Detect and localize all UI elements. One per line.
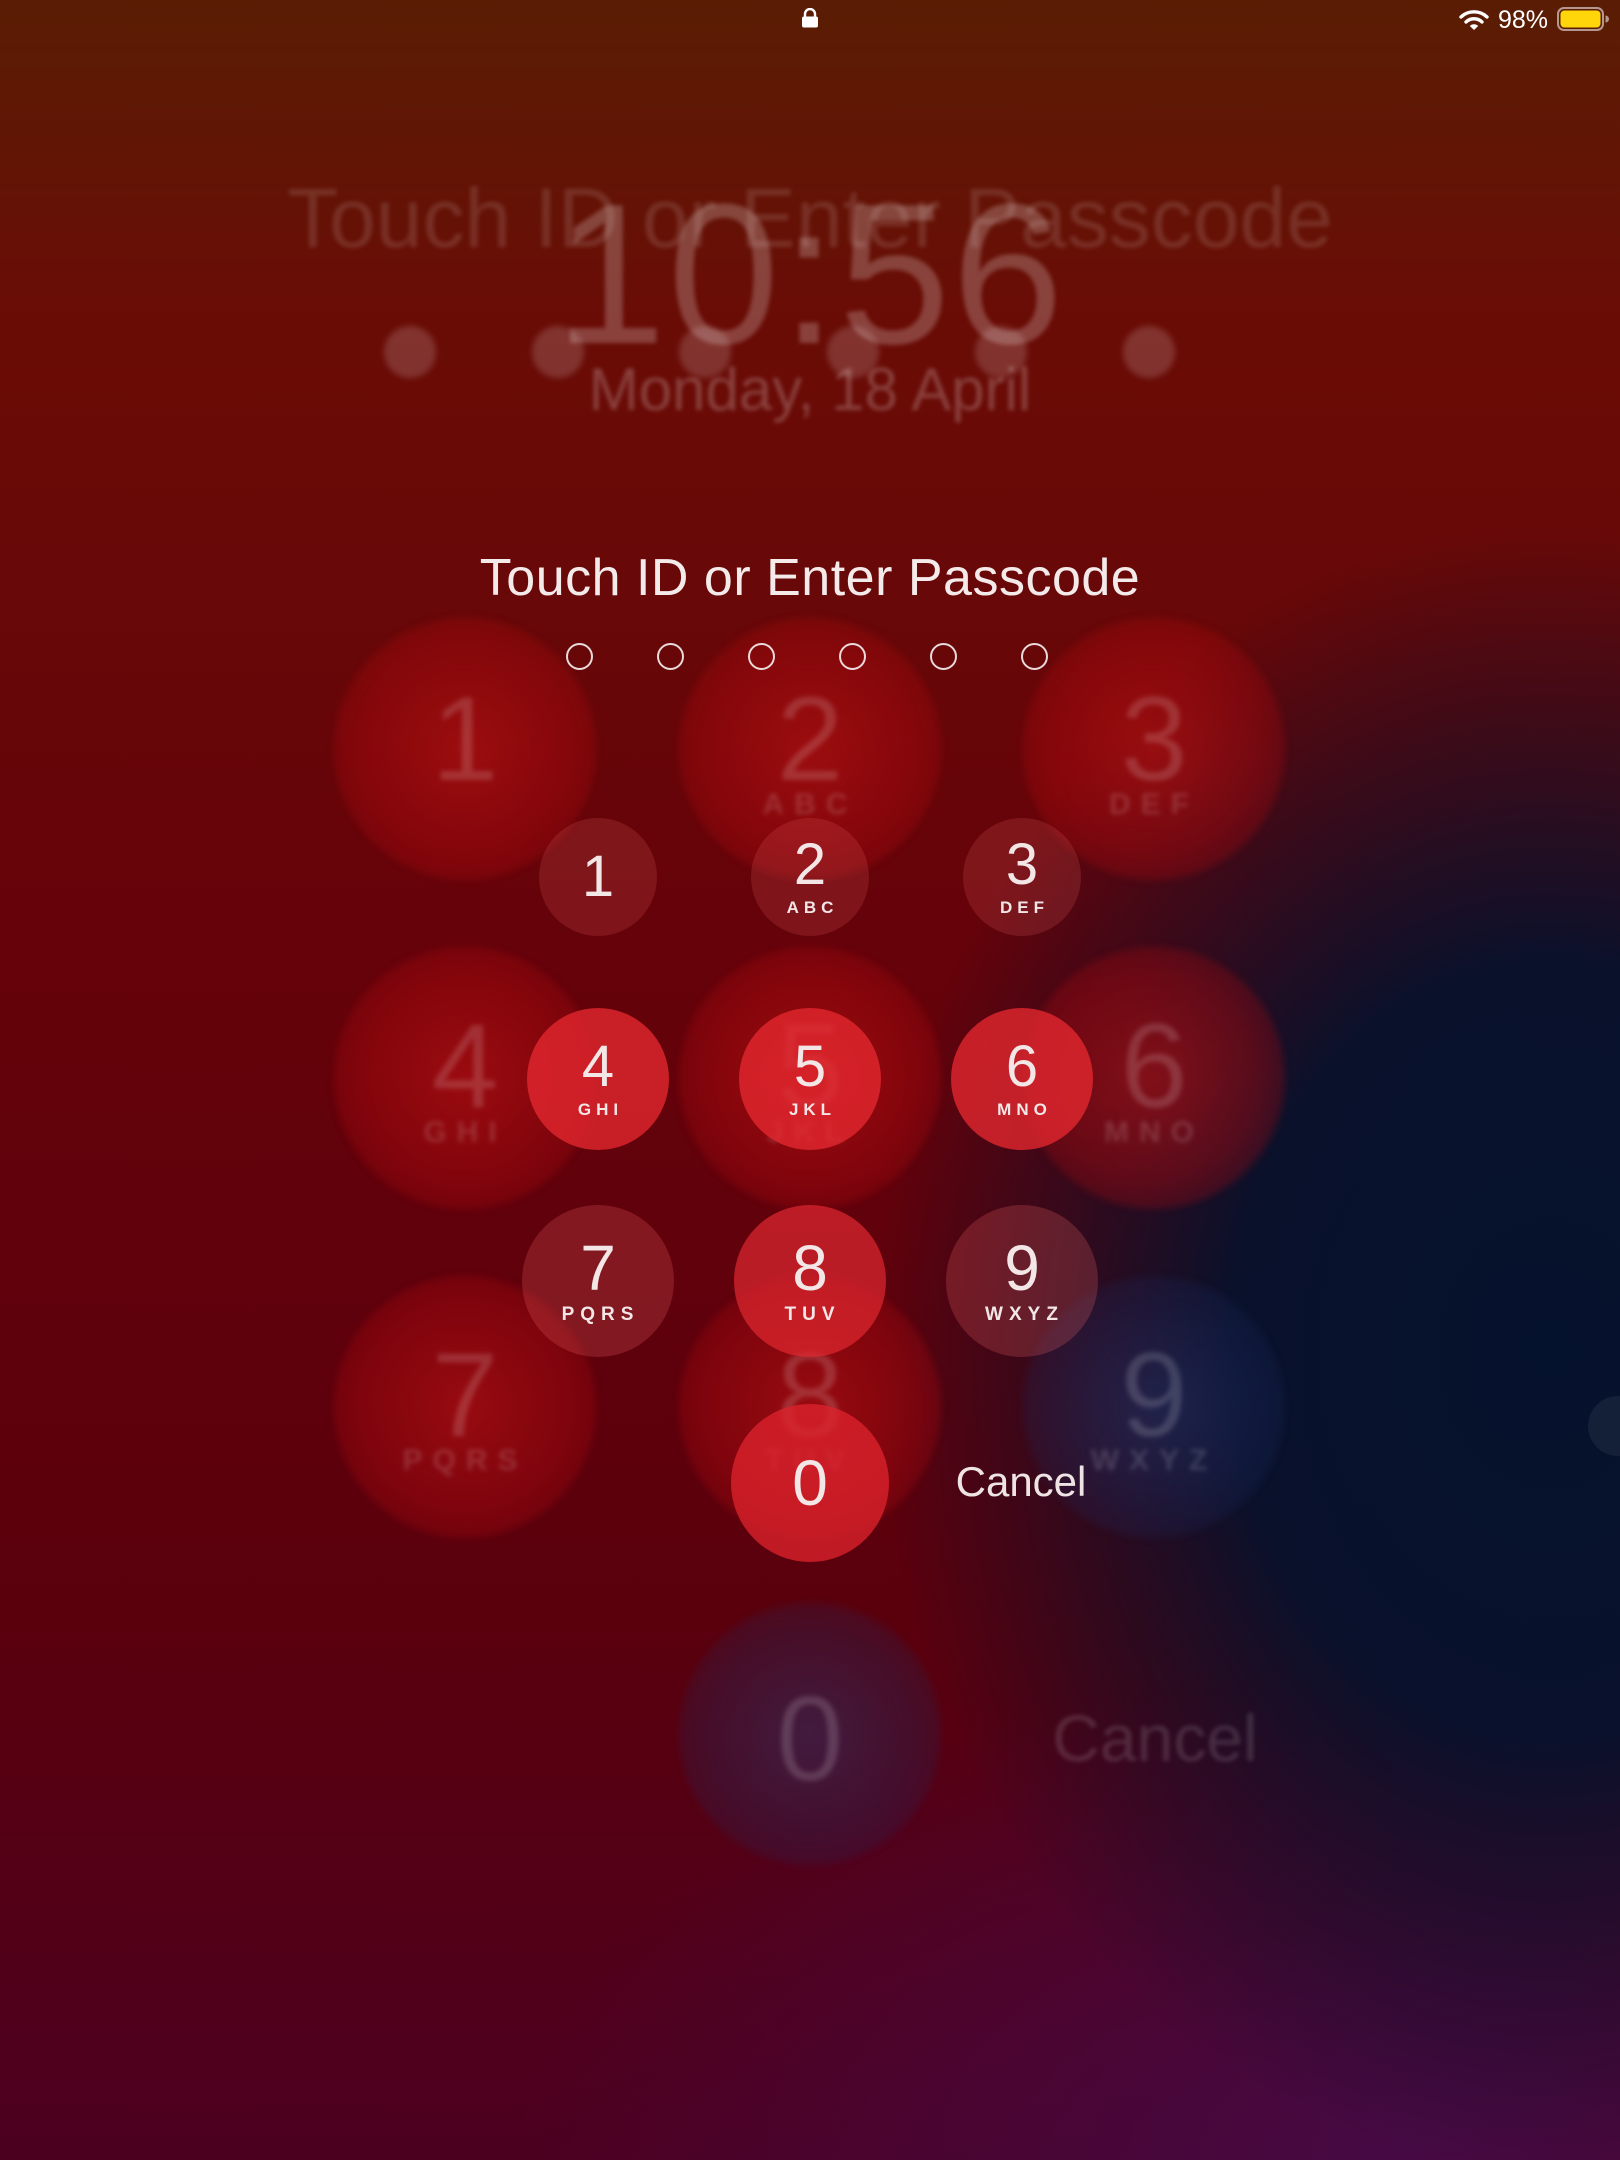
ghost-dot (532, 326, 584, 378)
ghost-key-letters: DEF (1109, 788, 1199, 821)
ghost-dot (975, 326, 1027, 378)
battery-icon (1557, 7, 1609, 31)
cancel-button[interactable]: Cancel (930, 1458, 1112, 1506)
battery-percent: 98% (1498, 6, 1549, 34)
key-3[interactable]: 3 DEF (963, 818, 1081, 936)
key-9[interactable]: 9 WXYZ (946, 1205, 1098, 1357)
ghost-key-number: 1 (431, 672, 499, 806)
passcode-dot (566, 643, 593, 670)
key-1[interactable]: 1 (539, 818, 657, 936)
passcode-prompt-title: Touch ID or Enter Passcode (479, 549, 1141, 607)
key-letters: PQRS (561, 1304, 640, 1325)
passcode-dot (930, 643, 957, 670)
key-number: 8 (792, 1232, 828, 1304)
passcode-dots (566, 643, 1056, 675)
ghost-date: Monday, 18 April (588, 356, 1032, 423)
ghost-dot (679, 326, 731, 378)
key-5[interactable]: 5 JKL (739, 1008, 881, 1150)
ghost-key-letters: PQRS (402, 1444, 528, 1477)
key-number: 2 (793, 832, 827, 897)
ghost-key-letters: ABC (762, 788, 858, 821)
key-letters: GHI (577, 1100, 624, 1119)
key-number: 7 (580, 1232, 616, 1304)
wifi-icon (1459, 10, 1489, 30)
ghost-cancel: Cancel (1052, 1701, 1258, 1775)
passcode-dot (1021, 643, 1048, 670)
passcode-dot (839, 643, 866, 670)
ghost-key-number: 0 (776, 1672, 844, 1806)
ghost-dot (1123, 326, 1175, 378)
key-number: 0 (792, 1447, 828, 1519)
key-letters: ABC (786, 898, 839, 917)
key-4[interactable]: 4 GHI (527, 1008, 669, 1150)
ghost-dot (384, 326, 436, 378)
key-letters: WXYZ (985, 1304, 1064, 1325)
key-letters: MNO (997, 1100, 1052, 1119)
passcode-dot (748, 643, 775, 670)
key-8[interactable]: 8 TUV (734, 1205, 886, 1357)
key-letters: DEF (1000, 898, 1049, 917)
key-2[interactable]: 2 ABC (751, 818, 869, 936)
key-number: 3 (1005, 832, 1039, 897)
key-6[interactable]: 6 MNO (951, 1008, 1093, 1150)
key-number: 5 (793, 1034, 827, 1099)
status-bar: 98% (0, 0, 1620, 40)
key-number: 4 (581, 1034, 615, 1099)
key-0[interactable]: 0 (731, 1404, 889, 1562)
key-letters: JKL (788, 1100, 837, 1119)
passcode-dot (657, 643, 684, 670)
key-number: 1 (581, 844, 615, 909)
ghost-dot (827, 326, 879, 378)
key-number: 6 (1005, 1034, 1039, 1099)
lock-icon (802, 8, 818, 28)
key-7[interactable]: 7 PQRS (522, 1205, 674, 1357)
key-letters: TUV (784, 1304, 841, 1325)
key-number: 9 (1004, 1232, 1040, 1304)
